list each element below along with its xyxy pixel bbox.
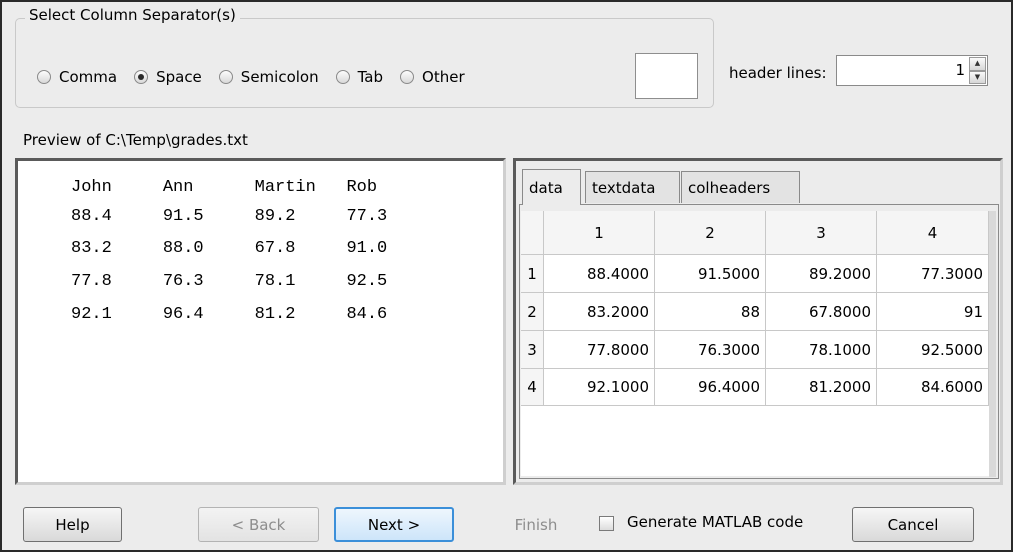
preview-line: 83.2 88.0 67.8 91.0 [71,239,388,258]
file-preview-pane[interactable]: John Ann Martin Rob 88.4 91.5 89.2 77.3 … [15,158,506,485]
column-header[interactable]: 1 [544,211,655,255]
back-button[interactable]: < Back [198,507,319,542]
separator-group-title: Select Column Separator(s) [25,6,240,24]
radio-tab-label: Tab [357,68,384,86]
radio-space-indicator[interactable] [134,70,149,84]
table-cell[interactable]: 81.2000 [766,369,877,406]
spinner-buttons: ▲ ▼ [969,57,986,84]
finish-button[interactable]: Finish [491,507,581,542]
table-cell[interactable]: 91.5000 [655,255,766,293]
table-vertical-scrollbar[interactable] [989,211,996,477]
table-cell[interactable]: 83.2000 [544,293,655,331]
row-header[interactable]: 4 [521,369,544,406]
radio-comma-label: Comma [59,68,118,86]
column-header[interactable]: 2 [655,211,766,255]
separator-group [15,18,714,108]
separator-radio-row: Comma Space Semicolon Tab Other [37,64,482,90]
tab-data[interactable]: data [522,169,581,205]
table-empty-area [521,406,989,476]
radio-tab-indicator[interactable] [335,70,350,84]
preview-label: Preview of C:\Temp\grades.txt [23,131,248,149]
table-cell[interactable]: 91 [877,293,989,331]
table-cell[interactable]: 67.8000 [766,293,877,331]
help-button[interactable]: Help [23,507,122,542]
generate-code-label[interactable]: Generate MATLAB code [627,513,803,531]
table-cell[interactable]: 89.2000 [766,255,877,293]
radio-other-indicator[interactable] [400,70,415,84]
preview-line: 77.8 76.3 78.1 92.5 [71,272,388,291]
radio-other[interactable]: Other [400,68,465,86]
table-cell[interactable]: 84.6000 [877,369,989,406]
other-separator-input[interactable] [635,53,698,99]
table-cell[interactable]: 76.3000 [655,331,766,369]
row-header[interactable]: 3 [521,331,544,369]
tab-textdata[interactable]: textdata [585,171,680,203]
radio-comma-indicator[interactable] [37,70,51,84]
generate-code-checkbox[interactable] [599,516,614,531]
radio-tab[interactable]: Tab [335,68,384,86]
table-cell[interactable]: 78.1000 [766,331,877,369]
table-cell[interactable]: 88 [655,293,766,331]
table-cell[interactable]: 92.5000 [877,331,989,369]
cancel-button[interactable]: Cancel [852,507,974,542]
table-cell[interactable]: 88.4000 [544,255,655,293]
table-cell[interactable]: 96.4000 [655,369,766,406]
column-header[interactable]: 3 [766,211,877,255]
column-header[interactable]: 4 [877,211,989,255]
radio-space-label: Space [156,68,202,86]
table-cell[interactable]: 92.1000 [544,369,655,406]
header-lines-value[interactable]: 1 [955,61,965,79]
spin-up-icon[interactable]: ▲ [969,57,986,71]
next-button[interactable]: Next > [334,507,454,542]
radio-semicolon-label: Semicolon [240,68,319,86]
row-header[interactable]: 2 [521,293,544,331]
radio-comma[interactable]: Comma [37,68,117,86]
table-cell[interactable]: 77.3000 [877,255,989,293]
table-cell[interactable]: 77.8000 [544,331,655,369]
radio-semicolon[interactable]: Semicolon [218,68,319,86]
header-lines-label: header lines: [729,64,827,82]
radio-space[interactable]: Space [134,68,202,86]
preview-line: 88.4 91.5 89.2 77.3 [71,207,388,226]
data-table[interactable]: 1 2 3 4 1 88.4000 91.5000 89.2000 77.300… [521,211,989,406]
preview-line: 92.1 96.4 81.2 84.6 [71,305,388,324]
header-lines-spinner[interactable]: 1 ▲ ▼ [836,55,988,86]
radio-semicolon-indicator[interactable] [218,70,233,84]
preview-line: John Ann Martin Rob [71,178,378,197]
radio-other-label: Other [422,68,465,86]
spin-down-icon[interactable]: ▼ [969,70,986,84]
row-header[interactable]: 1 [521,255,544,293]
tab-colheaders[interactable]: colheaders [681,171,800,203]
table-corner [521,211,544,255]
